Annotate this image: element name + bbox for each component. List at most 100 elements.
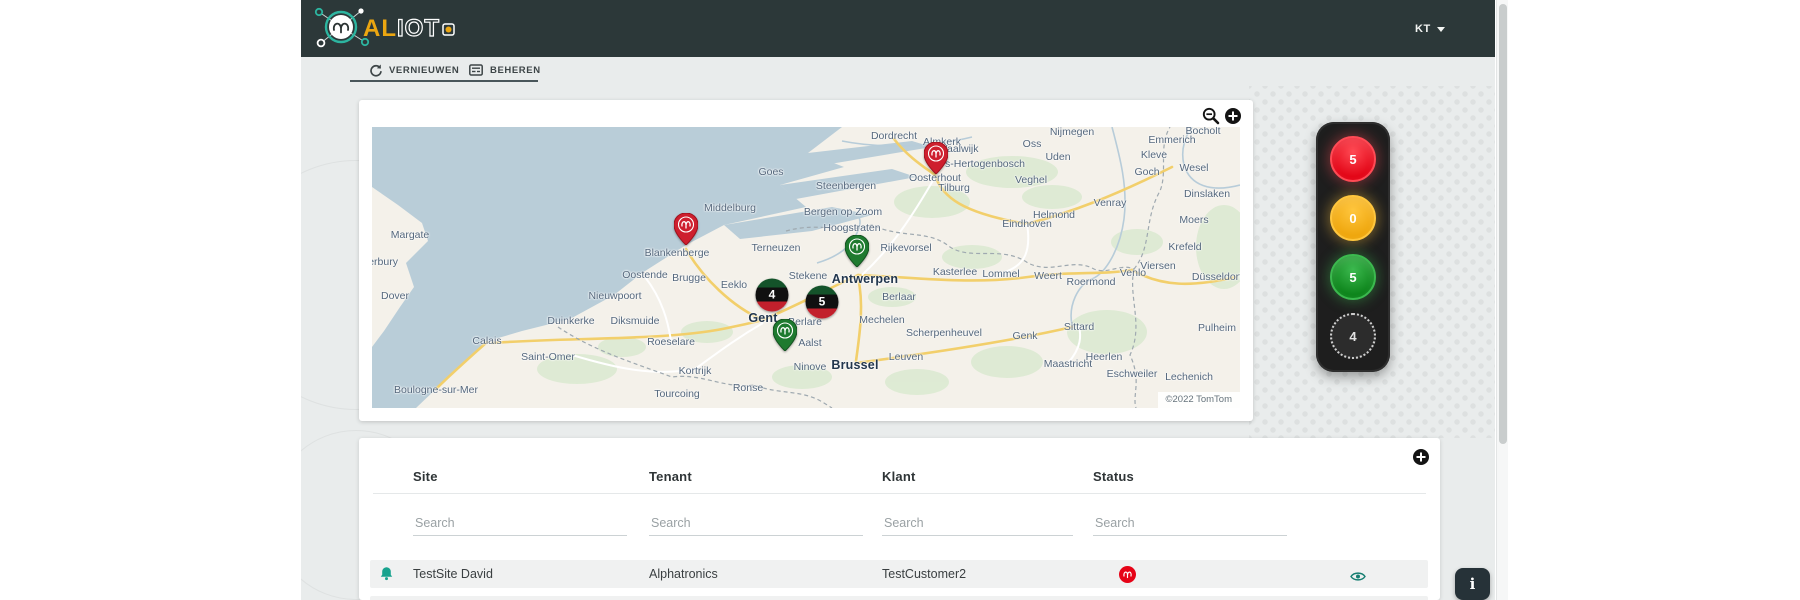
user-menu-label: KT: [1415, 23, 1431, 35]
column-header-status[interactable]: Status: [1093, 469, 1134, 484]
map-city-label: Saint-Omer: [521, 351, 575, 363]
map-city-label: Bocholt: [1185, 127, 1221, 137]
map-city-label: Lechenich: [1165, 371, 1213, 383]
map-city-label: Goes: [758, 166, 784, 178]
map-city-label: Helmond: [1032, 209, 1076, 221]
map-city-label: Viersen: [1140, 260, 1176, 272]
traffic-light-count: 5: [1349, 269, 1357, 285]
map-city-label: Roermond: [1066, 276, 1116, 288]
map-cluster-marker[interactable]: 4: [755, 278, 789, 312]
map-city-label: Calais: [472, 335, 502, 347]
traffic-light-count: 0: [1349, 210, 1357, 226]
search-input-klant[interactable]: [882, 510, 1073, 536]
map-city-label: Berlaar: [882, 291, 916, 303]
map-city-label: Hoogstraten: [823, 222, 881, 234]
search-input-status[interactable]: [1093, 510, 1287, 536]
zoom-out-icon[interactable]: [1202, 107, 1220, 125]
map-city-label: Boulogne-sur-Mer: [393, 384, 479, 396]
map-city-label: Dordrecht: [870, 130, 918, 142]
cell-tenant: Alphatronics: [649, 567, 718, 581]
manage-icon: [469, 64, 483, 76]
scrollbar-thumb[interactable]: [1499, 4, 1507, 444]
map-cluster-marker[interactable]: 5: [805, 285, 839, 319]
map-city-label: Stekene: [788, 270, 828, 282]
map-city-label: Terneuzen: [751, 242, 801, 254]
map-city-label: Krefeld: [1168, 241, 1202, 253]
column-header-klant[interactable]: Klant: [882, 469, 916, 484]
aliot-logo-icon: AL IOT: [314, 7, 455, 48]
map-toolbar: [1202, 107, 1242, 125]
traffic-light-warning: 0: [1330, 195, 1376, 241]
map-city-label: Venray: [1093, 197, 1127, 209]
map-city-label: Weert: [1034, 270, 1062, 282]
table-row[interactable]: TestSite David Alphatronics TestCustomer…: [370, 560, 1428, 588]
column-header-site[interactable]: Site: [413, 469, 438, 484]
map-pin-alarm[interactable]: [673, 212, 699, 246]
map-city-label: Genk: [1012, 330, 1038, 342]
map-attribution: ©2022 TomTom: [1157, 392, 1240, 408]
app-window: AL IOT KT VERNIEUWEN BEHEREN Nijmegen Do…: [301, 0, 1495, 600]
map-city-label: Blankenberge: [644, 247, 710, 259]
traffic-light-inactive: 4: [1330, 313, 1376, 359]
tab-beheren[interactable]: BEHEREN: [469, 59, 541, 81]
map-city-label: Aalst: [798, 337, 822, 349]
map-city-label: Brussel: [831, 358, 879, 372]
svg-text:AL: AL: [363, 15, 397, 42]
traffic-light-count: 5: [1349, 151, 1357, 167]
tab-bar: VERNIEUWEN BEHEREN: [301, 57, 1495, 85]
aliot-logo[interactable]: AL IOT: [309, 5, 489, 51]
add-marker-icon[interactable]: [1224, 107, 1242, 125]
search-input-tenant[interactable]: [649, 510, 863, 536]
tab-label: BEHEREN: [490, 64, 541, 76]
map-city-label: Roeselare: [647, 336, 695, 348]
refresh-icon: [370, 64, 382, 77]
eye-icon[interactable]: [1350, 569, 1366, 587]
traffic-light-ok: 5: [1330, 254, 1376, 300]
map-city-label: Canterbury: [372, 256, 398, 268]
cell-site: TestSite David: [413, 567, 493, 581]
map-city-label: Eschweiler: [1106, 368, 1158, 380]
map-city-label: Oss: [1022, 138, 1042, 150]
map-city-label: Diksmuide: [610, 315, 660, 327]
page-scrollbar[interactable]: [1496, 0, 1508, 600]
map-city-label: Leuven: [888, 351, 924, 363]
map-city-label: Duinkerke: [547, 315, 595, 327]
tab-vernieuwen[interactable]: VERNIEUWEN: [369, 59, 459, 81]
cell-klant: TestCustomer2: [882, 567, 967, 581]
traffic-light-widget: 5 0 5 4: [1316, 122, 1390, 372]
map-pin-alarm[interactable]: [923, 141, 949, 175]
map-city-label: Pulheim: [1198, 322, 1236, 334]
map-pin-ok[interactable]: [772, 318, 798, 352]
user-menu[interactable]: KT: [1415, 18, 1445, 40]
map-city-label: Dinslaken: [1183, 188, 1231, 200]
map-city-label: Antwerpen: [831, 272, 899, 286]
map-city-label: Eeklo: [720, 279, 748, 291]
map-city-label: Bergen op Zoom: [803, 206, 883, 218]
map-city-label: Kasterlee: [932, 266, 978, 278]
map-city-label: Tourcoing: [654, 388, 700, 400]
info-button[interactable]: i: [1455, 568, 1490, 600]
tab-label: VERNIEUWEN: [389, 64, 460, 76]
table-row-partial[interactable]: [370, 596, 1428, 600]
search-input-site[interactable]: [413, 510, 627, 536]
map-city-label: Dover: [380, 290, 410, 302]
add-site-button[interactable]: [1412, 448, 1430, 466]
map-city-label: Nijmegen: [1049, 127, 1095, 138]
map-city-label: Kleve: [1140, 149, 1168, 161]
column-header-tenant[interactable]: Tenant: [649, 469, 692, 484]
map-city-label: Steenbergen: [815, 180, 877, 192]
status-alarm-icon: [1119, 566, 1136, 588]
map-city-label: Rijkevorsel: [880, 242, 932, 254]
map[interactable]: Nijmegen Dordrecht Almkerk Oss Uden Waalwijk O…: [372, 127, 1240, 408]
bell-icon: [380, 566, 393, 586]
map-city-label: Goch: [1134, 166, 1160, 178]
map-city-label: 's-Hertogenbosch: [943, 158, 1025, 170]
map-city-label: Wesel: [1179, 162, 1209, 174]
map-pin-ok[interactable]: [844, 234, 870, 268]
map-city-label: Uden: [1045, 151, 1071, 163]
map-city-label: Mechelen: [859, 314, 905, 326]
map-city-label: Middelburg: [704, 202, 756, 214]
app-header: AL IOT KT: [301, 0, 1495, 57]
map-city-label: Moers: [1179, 214, 1209, 226]
traffic-light-alarm: 5: [1330, 136, 1376, 182]
